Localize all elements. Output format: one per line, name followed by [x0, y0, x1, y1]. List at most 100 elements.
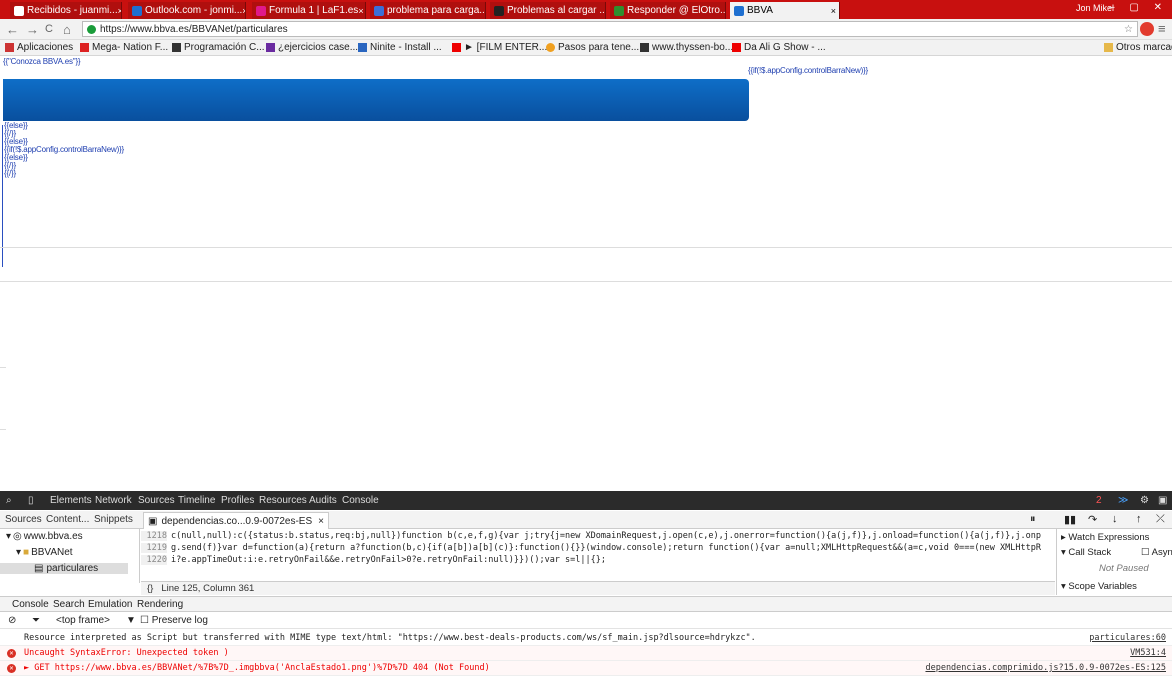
device-mode-icon[interactable]: ▯ [28, 495, 34, 506]
bookmark-otros[interactable]: Otros marcadores [1104, 42, 1172, 53]
not-paused-text: Not Paused [1099, 563, 1149, 574]
bookmark-thyssen[interactable]: www.thyssen-bo... [640, 42, 733, 53]
open-file-tab[interactable]: ▣ dependencias.co...0.9-0072es-ES × [143, 512, 329, 529]
forward-icon[interactable]: → [26, 22, 39, 37]
drawer-tab-rendering[interactable]: Rendering [137, 599, 183, 610]
bookmark-apps[interactable]: Aplicaciones [5, 42, 73, 53]
bookmark-film[interactable]: ► [FILM ENTER... [452, 42, 547, 53]
page-icon [172, 43, 181, 52]
gmail-icon [14, 5, 24, 16]
tab-sources[interactable]: Sources [138, 495, 175, 506]
folder-icon [1104, 43, 1113, 52]
tab-timeline[interactable]: Timeline [178, 495, 215, 506]
tab-network[interactable]: Network [95, 495, 132, 506]
address-bar[interactable]: https://www.bbva.es/BBVANet/particulares… [82, 21, 1138, 37]
bookmark-aligshow[interactable]: Da Ali G Show - ... [732, 42, 826, 53]
pretty-print-icon[interactable]: {} [147, 583, 153, 594]
youtube-icon [732, 43, 741, 52]
inspect-icon[interactable]: ⌕ [6, 495, 12, 506]
drawer-toggle-icon[interactable]: ≫ [1118, 495, 1128, 506]
divider [0, 247, 1172, 248]
async-checkbox[interactable]: ☐ Async [1141, 547, 1172, 558]
browser-tab-problemas[interactable]: Problemas al cargar ...× [490, 2, 606, 19]
file-icon: ▣ [148, 515, 158, 527]
tab-elements[interactable]: Elements [50, 495, 92, 506]
resume-icon[interactable]: ▮▮ [1064, 513, 1076, 526]
preserve-log-checkbox[interactable]: ☐ Preserve log [140, 615, 208, 626]
lock-icon [87, 24, 96, 34]
mega-icon [80, 43, 89, 52]
code-line[interactable]: g.send(f)}var d=function(a){return a?fun… [171, 543, 1041, 553]
console-source-link[interactable]: dependencias.comprimido.js?15.0.9-0072es… [925, 663, 1166, 673]
drawer-tab-emulation[interactable]: Emulation [88, 599, 132, 610]
bookmark-mega[interactable]: Mega- Nation F... [80, 42, 168, 53]
step-into-icon[interactable]: ↓ [1112, 513, 1118, 525]
browser-tab-responder[interactable]: Responder @ ElOtro...× [610, 2, 726, 19]
close-file-icon[interactable]: × [318, 516, 324, 527]
browser-tab-outlook[interactable]: Outlook.com - jonmi...× [128, 2, 246, 19]
dock-icon[interactable]: ▣ [1158, 495, 1167, 506]
close-tab-icon[interactable]: × [118, 6, 121, 16]
step-over-icon[interactable]: ↷ [1088, 513, 1097, 526]
bookmark-ejercicios[interactable]: ¿ejercicios case... [266, 42, 358, 53]
error-icon: ✕ [7, 648, 16, 658]
dropdown-arrow-icon[interactable]: ▼ [126, 615, 136, 626]
extension-icon[interactable] [1140, 22, 1154, 36]
settings-gear-icon[interactable]: ⚙ [1140, 495, 1149, 506]
youtube-icon [452, 43, 461, 52]
tab-profiles[interactable]: Profiles [221, 495, 254, 506]
code-line[interactable]: c(null,null):c({status:b.status,req:bj,n… [171, 531, 1041, 541]
console-source-link[interactable]: particulares:60 [1089, 633, 1166, 643]
tree-item-file[interactable]: ▤ particulares [0, 563, 128, 574]
deactivate-breakpoints-icon[interactable]: ⤫ [1156, 513, 1165, 526]
tab-console[interactable]: Console [342, 495, 379, 506]
browser-tab-problema[interactable]: problema para carga...× [370, 2, 486, 19]
browser-tab-laf1[interactable]: Formula 1 | LaF1.es × [252, 2, 366, 19]
home-icon[interactable]: ⌂ [63, 22, 71, 37]
line-number: 1219 [141, 543, 167, 553]
frame-selector[interactable]: <top frame> [56, 615, 110, 626]
call-stack-header[interactable]: ▾ Call Stack [1061, 547, 1111, 558]
line-number: 1218 [141, 531, 167, 541]
folder-icon: ■ [23, 547, 30, 558]
close-tab-icon[interactable]: × [242, 6, 245, 16]
drawer-tab-console[interactable]: Console [12, 599, 49, 610]
code-line[interactable]: i?e.appTimeOut:i:e.retryOnFail&&e.retryO… [171, 555, 606, 565]
bookmark-pasos[interactable]: Pasos para tene... [546, 42, 639, 53]
scope-variables-header[interactable]: ▾ Scope Variables [1061, 581, 1137, 592]
watch-expressions-header[interactable]: ▸ Watch Expressions [1061, 532, 1149, 543]
ninite-icon [358, 43, 367, 52]
page-viewport: {{"Conozca BBVA.es"}} {{if(!$.appConfig.… [0, 57, 1172, 491]
tab-audits[interactable]: Audits [309, 495, 337, 506]
divider [0, 367, 6, 368]
drawer-tab-search[interactable]: Search [53, 599, 85, 610]
filter-icon[interactable]: ⏷ [32, 615, 40, 626]
back-icon[interactable]: ← [6, 22, 19, 37]
browser-toolbar: ← → C ⌂ https://www.bbva.es/BBVANet/part… [0, 19, 1172, 40]
menu-icon[interactable]: ≡ [1158, 21, 1166, 36]
clear-console-icon[interactable]: ⊘ [8, 615, 16, 626]
nav-tab-snippets[interactable]: Snippets [94, 514, 133, 525]
browser-tab-gmail[interactable]: Recibidos - juanmi...× [10, 2, 122, 19]
step-out-icon[interactable]: ↑ [1136, 513, 1142, 525]
close-tab-icon[interactable]: × [831, 6, 836, 16]
conozca-link[interactable]: {{"Conozca BBVA.es"}} [3, 57, 81, 66]
pause-icon[interactable]: ⏸ [1030, 513, 1036, 526]
tree-item-domain[interactable]: ▾ ◎ www.bbva.es [6, 531, 83, 542]
window-controls[interactable]: – ▢ ✕ [1109, 2, 1168, 13]
browser-tab-bbva[interactable]: BBVA × [730, 2, 840, 19]
reload-icon[interactable]: C [45, 23, 53, 35]
error-count-badge[interactable]: 2 [1096, 495, 1102, 506]
nav-tab-sources[interactable]: Sources [5, 514, 42, 525]
console-source-link[interactable]: VM531:4 [1130, 648, 1166, 658]
star-icon[interactable]: ☆ [1124, 24, 1133, 35]
tab-resources[interactable]: Resources [259, 495, 307, 506]
tree-item-folder[interactable]: ▾ ■ BBVANet [16, 547, 73, 558]
bookmark-programacion[interactable]: Programación C... [172, 42, 265, 53]
bookmark-ninite[interactable]: Ninite - Install ... [358, 42, 442, 53]
code-editor[interactable]: 1218 c(null,null):c({status:b.status,req… [141, 529, 1055, 581]
url-text[interactable]: https://www.bbva.es/BBVANet/particulares [100, 24, 288, 35]
nav-tab-content[interactable]: Content... [46, 514, 89, 525]
close-tab-icon[interactable]: × [358, 6, 363, 16]
apps-grid-icon [5, 43, 14, 52]
